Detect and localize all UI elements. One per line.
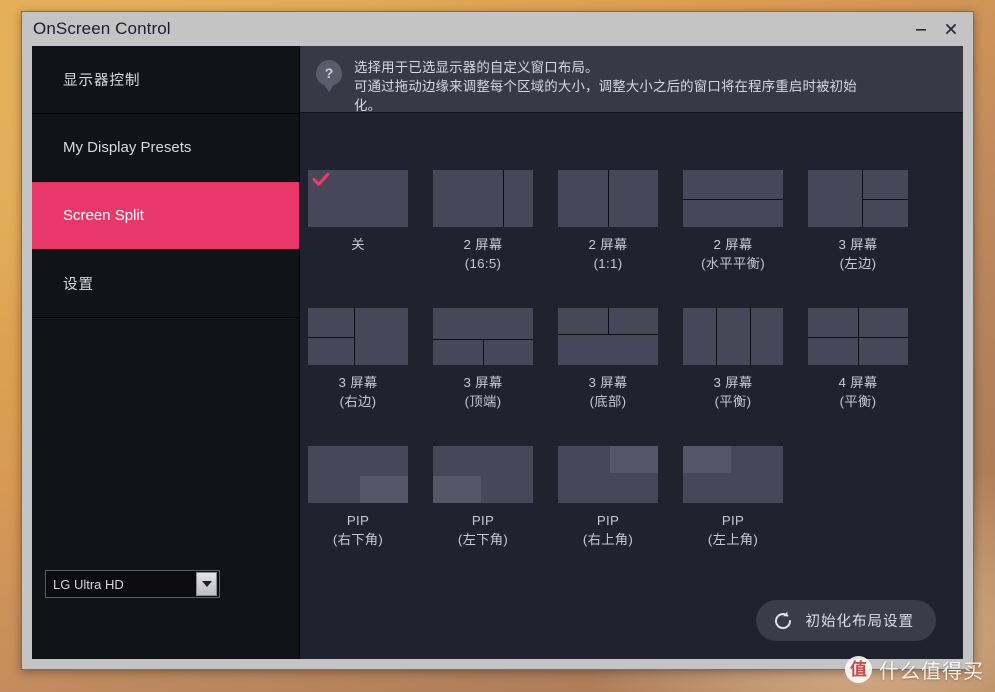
onscreen-control-window: OnScreen Control 显示器控制 My Display Preset… (21, 11, 974, 670)
title-bar: OnScreen Control (22, 12, 973, 46)
pip-region (610, 446, 658, 473)
layout-preview[interactable] (558, 170, 658, 227)
reset-layout-button[interactable]: 初始化布局设置 (755, 600, 936, 641)
layout-tile[interactable]: 3 屏幕 (右边) (308, 308, 408, 411)
layout-grid: 关 2 屏幕 (16:5) 2 屏幕 (1:1) 2 屏幕 (水平平衡) 3 屏幕 (左… (300, 113, 963, 659)
layout-tile-label: PIP (右上角) (582, 513, 634, 547)
split-divider (558, 334, 658, 335)
layout-tile[interactable]: 2 屏幕 (1:1) (558, 170, 658, 273)
layout-tile[interactable]: 2 屏幕 (16:5) (433, 170, 533, 273)
layout-tile[interactable]: 3 屏幕 (平衡) (683, 308, 783, 411)
layout-tile[interactable]: PIP (左下角) (433, 446, 533, 549)
window-body: 显示器控制 My Display Presets Screen Split 设置… (32, 46, 963, 659)
sidebar-item-my-display-presets[interactable]: My Display Presets (32, 114, 299, 182)
sidebar-item-label: Screen Split (63, 207, 144, 224)
layout-preview[interactable] (433, 170, 533, 227)
layout-tile[interactable]: PIP (右下角) (308, 446, 408, 549)
split-divider (750, 308, 751, 365)
layout-tile-label: 2 屏幕 (水平平衡) (701, 237, 765, 271)
layout-tile-label: 3 屏幕 (右边) (338, 375, 378, 409)
sidebar-item-settings[interactable]: 设置 (32, 250, 299, 318)
help-banner: ? 选择用于已选显示器的自定义窗口布局。 可通过拖动边缘来调整每个区域的大小，调… (300, 46, 963, 113)
layout-tile-label: 3 屏幕 (顶端) (463, 375, 503, 409)
layout-preview[interactable] (308, 308, 408, 365)
layout-tile-label: PIP (左上角) (707, 513, 759, 547)
sidebar-item-label: 设置 (63, 277, 94, 293)
layout-preview[interactable] (308, 170, 408, 227)
selected-check-icon (312, 172, 330, 186)
layout-tile-label: 关 (351, 237, 365, 252)
layout-tile[interactable]: 3 屏幕 (顶端) (433, 308, 533, 411)
split-divider (503, 170, 504, 227)
sidebar-empty-area: LG Ultra HD (32, 318, 299, 659)
title-bar-controls (907, 16, 973, 42)
split-divider (354, 308, 355, 365)
sidebar-item-monitor-control[interactable]: 显示器控制 (32, 46, 299, 114)
split-divider (608, 308, 609, 334)
layout-tile[interactable]: PIP (左上角) (683, 446, 783, 549)
layout-tile-label: PIP (右下角) (332, 513, 384, 547)
layout-tile[interactable]: PIP (右上角) (558, 446, 658, 549)
split-divider (808, 337, 908, 338)
sidebar-item-screen-split[interactable]: Screen Split (32, 182, 299, 250)
layout-preview[interactable] (433, 446, 533, 503)
layout-row: 关 2 屏幕 (16:5) 2 屏幕 (1:1) 2 屏幕 (水平平衡) 3 屏幕 (左… (300, 170, 963, 300)
main-panel: ? 选择用于已选显示器的自定义窗口布局。 可通过拖动边缘来调整每个区域的大小，调… (300, 46, 963, 659)
watermark: 值 什么值得买 (845, 655, 984, 684)
pip-region (683, 446, 731, 473)
monitor-select-value: LG Ultra HD (53, 576, 124, 592)
split-divider (608, 170, 609, 227)
layout-tile-label: 3 屏幕 (底部) (588, 375, 628, 409)
reset-layout-label: 初始化布局设置 (805, 614, 914, 630)
close-button[interactable] (937, 16, 965, 42)
layout-preview[interactable] (558, 446, 658, 503)
layout-preview[interactable] (683, 446, 783, 503)
layout-tile[interactable]: 2 屏幕 (水平平衡) (683, 170, 783, 273)
help-text: 选择用于已选显示器的自定义窗口布局。 可通过拖动边缘来调整每个区域的大小，调整大… (354, 56, 857, 115)
chevron-down-icon[interactable] (196, 572, 217, 596)
layout-row: PIP (右下角) PIP (左下角) PIP (右上角) PIP (左上角) (300, 446, 963, 576)
pip-region (360, 476, 408, 503)
split-divider (716, 308, 717, 365)
layout-preview[interactable] (308, 446, 408, 503)
layout-tile-label: 3 屏幕 (平衡) (713, 375, 753, 409)
layout-tile[interactable]: 关 (308, 170, 408, 254)
sidebar-item-label: 显示器控制 (63, 73, 141, 89)
layout-row: 3 屏幕 (右边) 3 屏幕 (顶端) 3 屏幕 (底部) 3 屏幕 (平衡) 4 屏幕… (300, 308, 963, 438)
split-divider (683, 199, 783, 200)
layout-tile[interactable]: 3 屏幕 (底部) (558, 308, 658, 411)
layout-preview[interactable] (558, 308, 658, 365)
refresh-icon (772, 610, 794, 632)
layout-tile-label: 3 屏幕 (左边) (838, 237, 878, 271)
monitor-select[interactable]: LG Ultra HD (45, 570, 220, 598)
layout-tile[interactable]: 3 屏幕 (左边) (808, 170, 908, 273)
layout-tile-label: 4 屏幕 (平衡) (838, 375, 878, 409)
split-divider (483, 339, 484, 365)
watermark-text: 什么值得买 (879, 661, 984, 683)
sidebar-item-label: My Display Presets (63, 139, 192, 156)
smzdm-logo-icon: 值 (845, 656, 872, 683)
question-mark-pin-icon: ? (316, 60, 344, 92)
minimize-button[interactable] (907, 16, 935, 42)
layout-tile[interactable]: 4 屏幕 (平衡) (808, 308, 908, 411)
layout-preview[interactable] (808, 308, 908, 365)
layout-preview[interactable] (683, 308, 783, 365)
layout-tile-label: 2 屏幕 (16:5) (463, 237, 503, 271)
layout-preview[interactable] (808, 170, 908, 227)
layout-tile-label: 2 屏幕 (1:1) (588, 237, 628, 271)
sidebar: 显示器控制 My Display Presets Screen Split 设置… (32, 46, 300, 659)
layout-tile-label: PIP (左下角) (457, 513, 509, 547)
layout-preview[interactable] (433, 308, 533, 365)
layout-preview[interactable] (683, 170, 783, 227)
help-text-line-1: 选择用于已选显示器的自定义窗口布局。 (354, 60, 599, 75)
split-divider (862, 199, 908, 200)
window-title: OnScreen Control (33, 19, 171, 38)
split-divider (308, 337, 354, 338)
help-text-line-2: 可通过拖动边缘来调整每个区域的大小，调整大小之后的窗口将在程序重启时被初始 (354, 79, 857, 94)
pip-region (433, 476, 481, 503)
